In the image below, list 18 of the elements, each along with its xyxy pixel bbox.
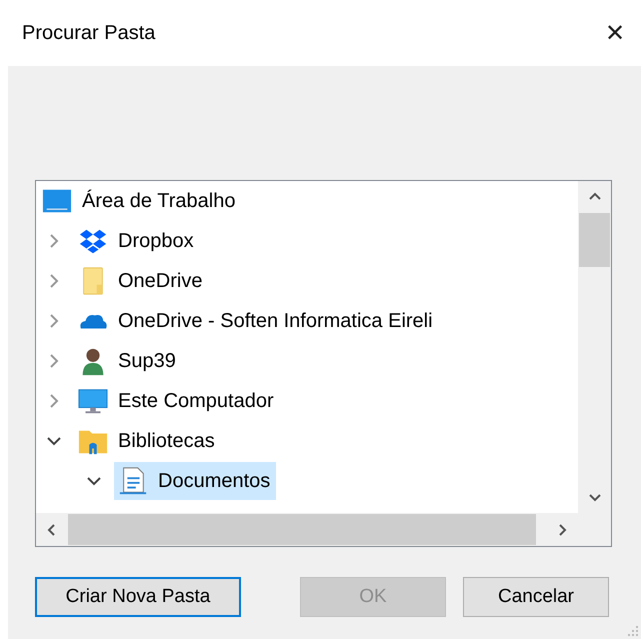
window-title: Procurar Pasta	[22, 22, 156, 44]
tree-item[interactable]: Área de Trabalho	[38, 182, 242, 220]
dialog-button[interactable]: Cancelar	[463, 577, 609, 617]
tree-item[interactable]: Este Computador	[74, 382, 280, 420]
resize-grip-icon[interactable]	[627, 625, 639, 637]
close-icon[interactable]: ✕	[605, 18, 625, 48]
tree-item[interactable]: Sup39	[74, 342, 182, 380]
vertical-scrollbar[interactable]	[578, 181, 611, 513]
scroll-thumb[interactable]	[68, 514, 536, 545]
tree-item[interactable]: Bibliotecas	[74, 422, 221, 460]
scroll-thumb[interactable]	[579, 213, 610, 267]
tree-item[interactable]: Dropbox	[74, 222, 200, 260]
tree-item[interactable]: Documentos	[114, 462, 276, 500]
dialog-button[interactable]: Criar Nova Pasta	[35, 577, 241, 617]
tree-item[interactable]: OneDrive	[74, 262, 208, 300]
horizontal-scrollbar[interactable]	[36, 513, 578, 546]
document-icon	[118, 466, 148, 496]
tree-item[interactable]: OneDrive - Soften Informatica Eireli	[74, 302, 439, 340]
